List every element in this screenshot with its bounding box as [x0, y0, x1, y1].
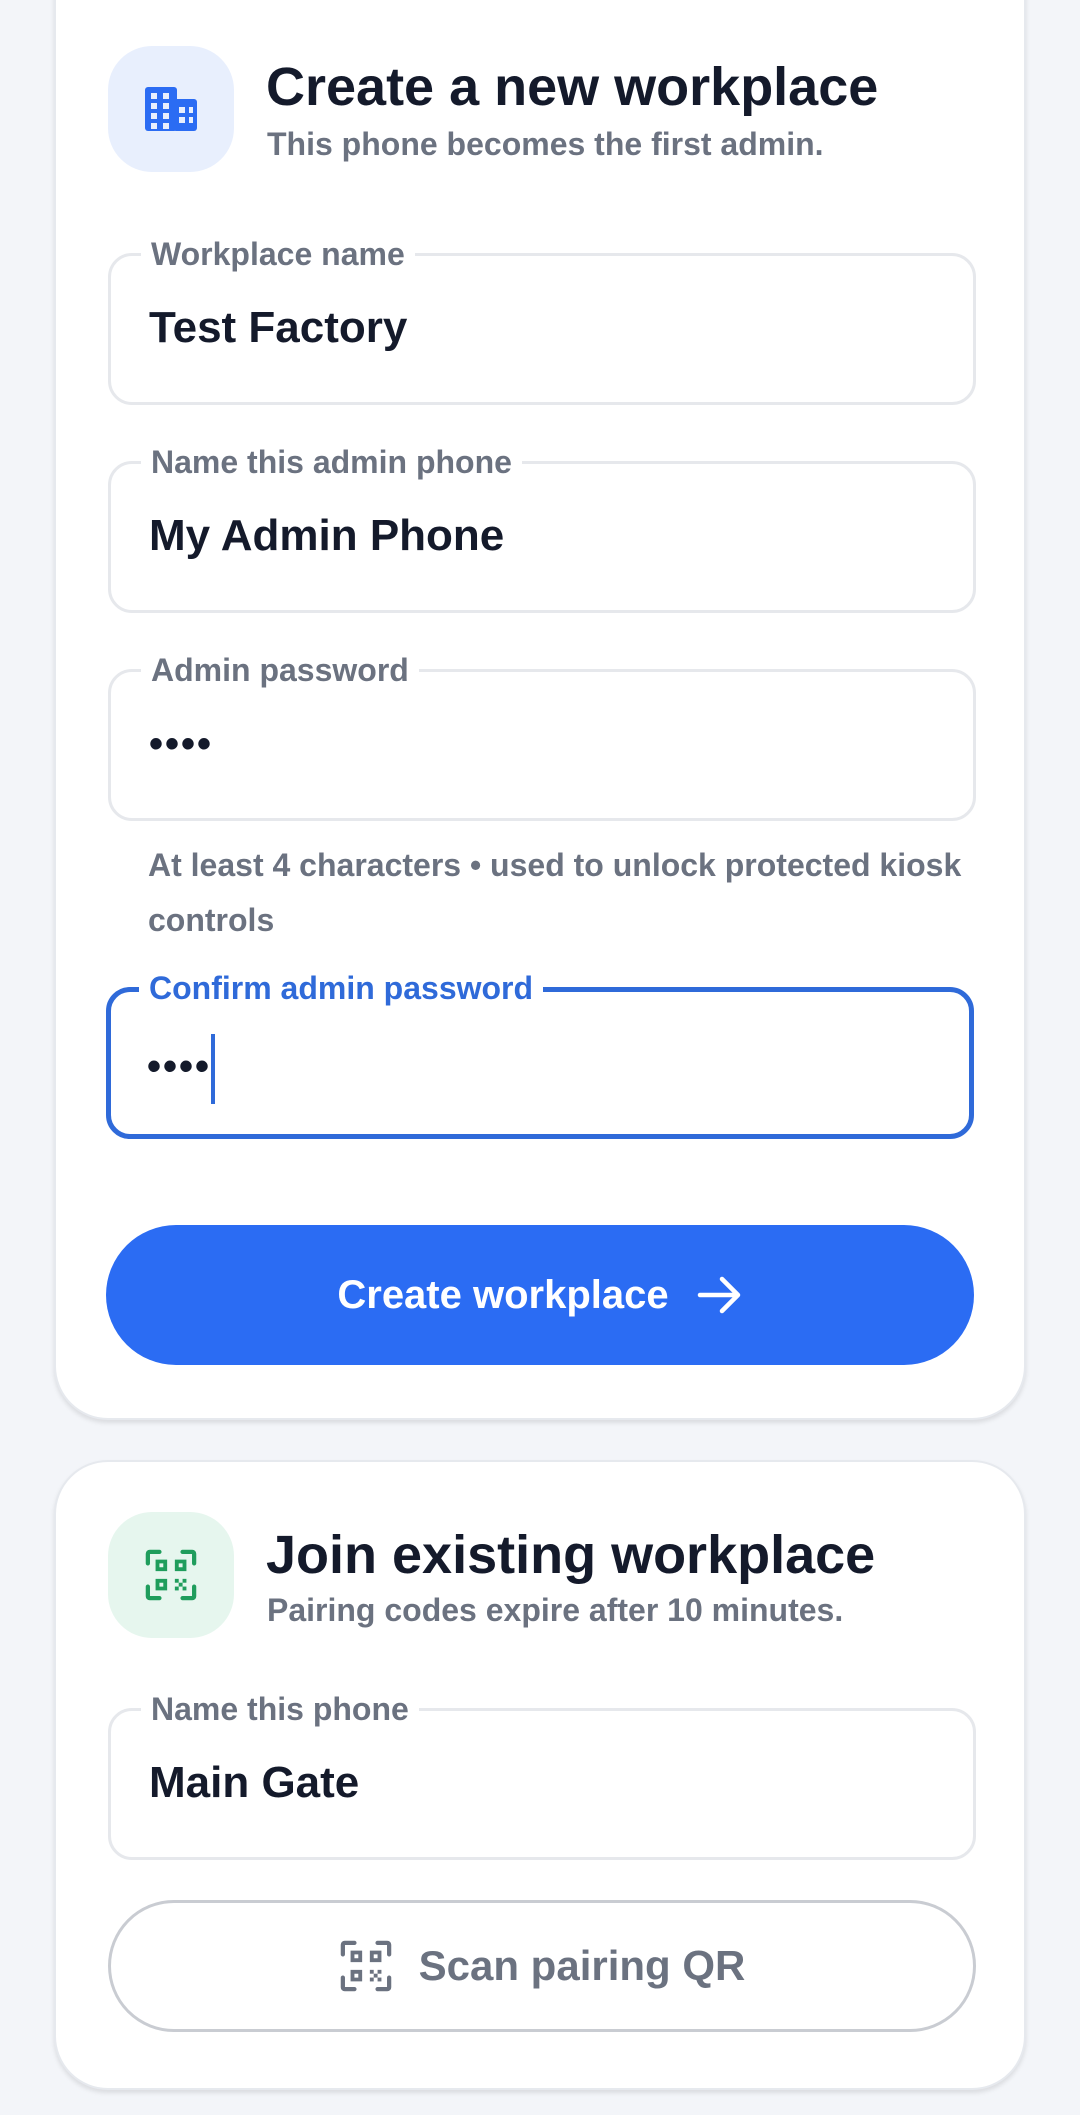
confirm-password-value: •••• — [147, 1034, 216, 1104]
qr-code-icon — [339, 1939, 393, 1993]
admin-password-value: •••• — [149, 722, 214, 766]
phone-name-value: Main Gate — [149, 1758, 360, 1807]
join-card-title: Join existing workplace — [266, 1525, 876, 1585]
workplace-name-value: Test Factory — [149, 303, 408, 352]
join-workplace-card: Join existing workplace Pairing codes ex… — [54, 1460, 1026, 2090]
scan-pairing-qr-label: Scan pairing QR — [418, 1942, 746, 1989]
phone-name-field[interactable]: Name this phone Main Gate — [108, 1689, 976, 1860]
workplace-name-field[interactable]: Workplace name Test Factory — [108, 234, 976, 405]
scan-pairing-qr-button[interactable]: Scan pairing QR — [108, 1900, 976, 2032]
admin-phone-name-label: Name this admin phone — [141, 442, 522, 482]
create-workplace-card: Create a new workplace This phone become… — [54, 0, 1026, 1420]
qr-scan-icon — [108, 1512, 234, 1638]
admin-password-field[interactable]: Admin password •••• — [108, 650, 976, 821]
arrow-right-icon — [697, 1275, 743, 1315]
password-helper-text: At least 4 characters • used to unlock p… — [148, 847, 962, 938]
admin-phone-name-field[interactable]: Name this admin phone My Admin Phone — [108, 442, 976, 613]
create-card-subtitle: This phone becomes the first admin. — [267, 126, 824, 162]
join-card-subtitle: Pairing codes expire after 10 minutes. — [267, 1592, 844, 1628]
admin-password-label: Admin password — [141, 650, 419, 690]
phone-name-label: Name this phone — [141, 1689, 419, 1729]
create-card-title: Create a new workplace — [266, 57, 879, 117]
building-icon — [108, 46, 234, 172]
admin-phone-name-value: My Admin Phone — [149, 511, 505, 560]
workplace-name-label: Workplace name — [141, 234, 415, 274]
create-workplace-button[interactable]: Create workplace — [106, 1225, 974, 1365]
text-caret — [211, 1034, 216, 1104]
create-workplace-button-label: Create workplace — [337, 1272, 669, 1317]
confirm-password-label: Confirm admin password — [139, 968, 544, 1008]
confirm-password-field[interactable]: Confirm admin password •••• — [106, 968, 974, 1139]
